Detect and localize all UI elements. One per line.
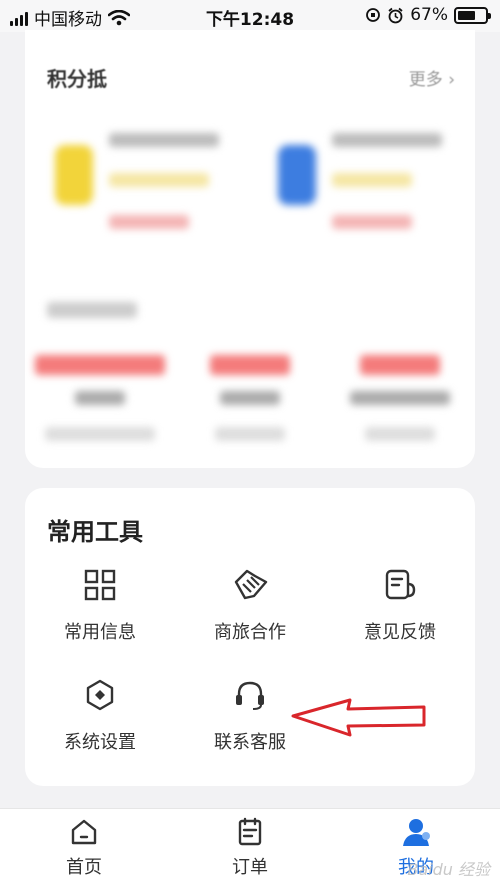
settings-icon (86, 679, 114, 711)
tool-system-settings[interactable]: 系统设置 (25, 678, 175, 768)
tool-label: 系统设置 (64, 732, 136, 753)
alarm-icon (388, 7, 403, 23)
battery-icon (454, 6, 491, 24)
blurred-product-1[interactable] (47, 125, 247, 245)
battery-percent: 67% (410, 5, 448, 25)
order-icon (238, 817, 262, 846)
nav-home[interactable]: 首页 (24, 817, 144, 879)
watermark: Baidu 经验 (407, 860, 490, 879)
nav-orders[interactable]: 订单 (190, 817, 310, 879)
tools-title: 常用工具 (47, 518, 143, 546)
tool-label: 意见反馈 (364, 622, 436, 643)
points-card: 积分抵 更多 › (25, 30, 475, 468)
handshake-icon (234, 569, 268, 600)
headset-icon (236, 681, 264, 710)
tool-feedback[interactable]: 意见反馈 (325, 568, 475, 658)
blurred-product-2[interactable] (270, 125, 470, 245)
blurred-subtitle (47, 302, 137, 318)
bottom-nav: 首页 订单 我的 Baidu 经验 (0, 808, 500, 888)
rotation-lock-icon (366, 8, 381, 22)
annotation-arrow-icon (291, 698, 426, 737)
nav-label: 订单 (232, 857, 268, 878)
more-link[interactable]: 更多 › (409, 65, 455, 90)
tool-label: 商旅合作 (214, 622, 286, 643)
profile-icon (403, 819, 430, 846)
tool-common-info[interactable]: 常用信息 (25, 568, 175, 658)
tools-card: 常用工具 常用信息 商旅合作 意见反馈 系统设置 联系客服 (25, 488, 475, 786)
blurred-stat-3 (335, 355, 465, 445)
tool-business-travel[interactable]: 商旅合作 (175, 568, 325, 658)
grid-icon (84, 569, 116, 601)
tool-label: 常用信息 (64, 622, 136, 643)
blurred-stat-1 (30, 355, 170, 445)
home-icon (71, 819, 97, 845)
blurred-stat-2 (190, 355, 310, 445)
status-bar: 中国移动 下午12:48 67% (0, 0, 500, 32)
feedback-icon (385, 569, 416, 600)
points-title: 积分抵 (47, 67, 107, 91)
nav-label: 首页 (66, 857, 102, 878)
status-right: 67% (365, 5, 491, 25)
